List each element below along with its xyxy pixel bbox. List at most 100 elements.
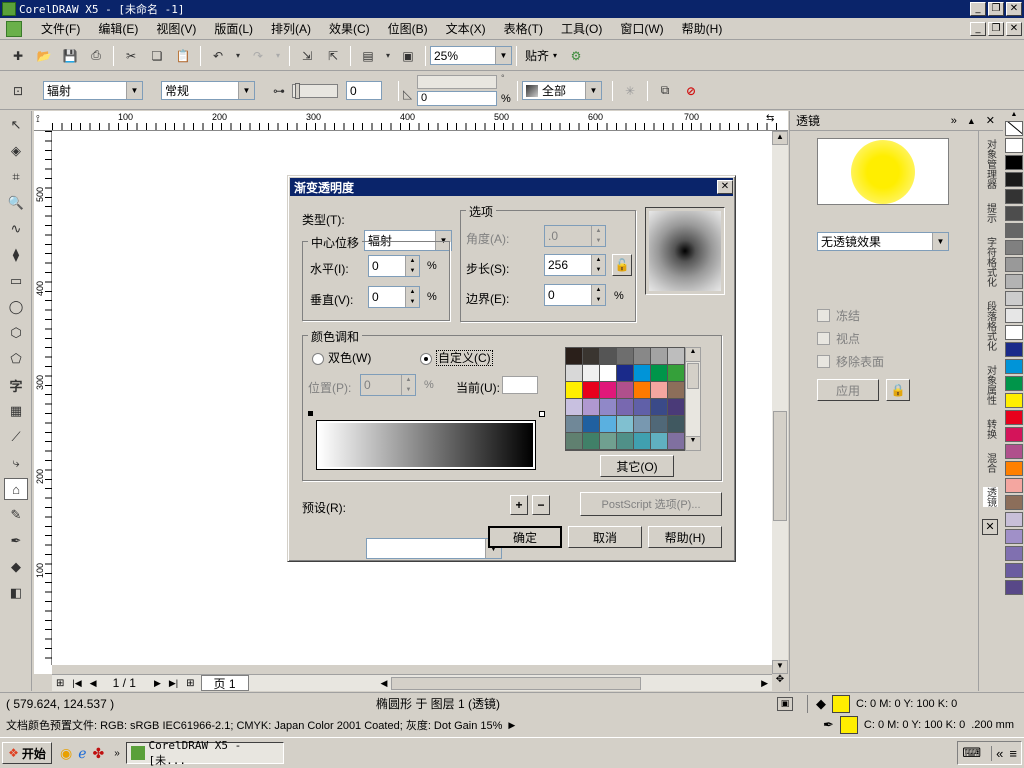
angle-field[interactable]: 0: [417, 90, 497, 106]
palette-swatch[interactable]: [1005, 444, 1023, 459]
blend-palette-swatch[interactable]: [617, 382, 633, 398]
gradient-ramp[interactable]: [316, 420, 536, 470]
help-button[interactable]: 帮助(H): [648, 526, 722, 548]
dialog-close-icon[interactable]: ✕: [717, 180, 733, 194]
gradient-preview[interactable]: [645, 207, 725, 295]
blend-palette-swatch[interactable]: [583, 399, 599, 415]
blend-palette-swatch[interactable]: [583, 433, 599, 449]
snap-to-menu[interactable]: 贴齐: [525, 47, 549, 64]
blend-palette-swatch[interactable]: [583, 416, 599, 432]
position-spinner[interactable]: 0 ▲ ▼: [360, 374, 416, 396]
crop-tool-icon[interactable]: ⌗: [4, 166, 28, 188]
palette-scrollbar[interactable]: ▲ ▼: [685, 347, 701, 451]
blend-palette-swatch[interactable]: [600, 399, 616, 415]
gradient-start-marker[interactable]: [308, 411, 313, 416]
remove-face-checkbox[interactable]: 移除表面: [817, 353, 884, 370]
edge-pad-field[interactable]: [417, 74, 497, 89]
doc-close-button[interactable]: ✕: [1006, 21, 1022, 36]
tab-character-format[interactable]: 字符格式化: [983, 237, 998, 287]
spinner-arrows-icon[interactable]: ▲ ▼: [591, 255, 605, 275]
palette-swatch[interactable]: [1005, 410, 1023, 425]
blend-palette-swatch[interactable]: [651, 433, 667, 449]
palette-swatch[interactable]: [1005, 376, 1023, 391]
menu-bitmaps[interactable]: 位图(B): [379, 20, 437, 37]
palette-swatch[interactable]: [1005, 274, 1023, 289]
blend-palette-swatch[interactable]: [668, 365, 684, 381]
blend-palette-swatch[interactable]: [566, 416, 582, 432]
palette-swatch[interactable]: [1005, 206, 1023, 221]
blend-palette-swatch[interactable]: [634, 382, 650, 398]
menu-effects[interactable]: 效果(C): [320, 20, 379, 37]
palette-swatch[interactable]: [1005, 427, 1023, 442]
blend-palette-swatch[interactable]: [583, 382, 599, 398]
palette-swatch[interactable]: [1005, 189, 1023, 204]
zoom-tool-icon[interactable]: 🔍: [4, 192, 28, 214]
palette-swatch[interactable]: [1005, 461, 1023, 476]
others-button[interactable]: 其它(O): [600, 455, 674, 477]
no-color-swatch[interactable]: [1005, 121, 1023, 136]
basic-shapes-tool-icon[interactable]: ⬠: [4, 348, 28, 370]
blend-palette-swatch[interactable]: [617, 399, 633, 415]
blend-palette-swatch[interactable]: [651, 348, 667, 364]
add-page-icon[interactable]: ⊞: [56, 678, 64, 689]
horizontal-ruler[interactable]: ⟟ 100 200 300 400 500 600 700 ⇆: [34, 111, 788, 131]
next-page-icon[interactable]: ▶: [154, 678, 161, 689]
start-button[interactable]: ❖ 开始: [2, 742, 52, 764]
undo-dropdown-icon[interactable]: ▾: [234, 46, 242, 66]
steps-lock-icon[interactable]: 🔓: [612, 254, 632, 276]
blend-palette-swatch[interactable]: [617, 416, 633, 432]
palette-scroll-thumb[interactable]: [687, 363, 699, 389]
scroll-right-icon[interactable]: ▶: [761, 678, 768, 689]
dimension-tool-icon[interactable]: ⟋: [4, 426, 28, 448]
prev-page-icon[interactable]: ◀: [90, 678, 97, 689]
scroll-left-icon[interactable]: ◀: [381, 678, 388, 689]
ok-button[interactable]: 确定: [488, 526, 562, 548]
blend-palette-swatch[interactable]: [634, 416, 650, 432]
palette-scroll-up-icon[interactable]: ▲: [1004, 111, 1024, 121]
tray-expand-icon[interactable]: «: [991, 745, 1003, 761]
steps-spinner[interactable]: 256 ▲ ▼: [544, 254, 606, 276]
tab-transformations[interactable]: 转换: [983, 419, 998, 439]
blend-palette-swatch[interactable]: [668, 382, 684, 398]
blend-palette-swatch[interactable]: [668, 399, 684, 415]
cut-icon[interactable]: ✂: [121, 46, 141, 66]
navigator-icon[interactable]: ✥: [772, 674, 788, 691]
horizontal-spinner[interactable]: 0 ▲ ▼: [368, 255, 420, 277]
blend-palette-swatch[interactable]: [600, 382, 616, 398]
angle-spinner[interactable]: .0 ▲ ▼: [544, 225, 606, 247]
shape-tool-icon[interactable]: ◈: [4, 140, 28, 162]
palette-swatch[interactable]: [1005, 359, 1023, 374]
chrome-icon[interactable]: ◉: [60, 745, 72, 762]
blend-palette-swatch[interactable]: [651, 365, 667, 381]
palette-swatch[interactable]: [1005, 240, 1023, 255]
menu-edit[interactable]: 编辑(E): [89, 20, 147, 37]
blend-palette-swatch[interactable]: [600, 348, 616, 364]
blend-palette-swatch[interactable]: [651, 399, 667, 415]
status-info-icon[interactable]: ▣: [777, 696, 793, 711]
remove-preset-icon[interactable]: −: [532, 495, 550, 515]
expand-icon[interactable]: »: [951, 115, 957, 127]
viewpoint-checkbox[interactable]: 视点: [817, 330, 860, 347]
spinner-arrows-icon[interactable]: ▲ ▼: [401, 375, 415, 395]
menu-file[interactable]: 文件(F): [32, 20, 89, 37]
outline-color-swatch[interactable]: [839, 716, 858, 734]
lens-type-combo[interactable]: 无透镜效果 ▼: [817, 232, 949, 251]
vertical-spinner[interactable]: 0 ▲ ▼: [368, 286, 420, 308]
connector-tool-icon[interactable]: ⤷: [4, 452, 28, 474]
transparency-mode-combo[interactable]: 常规 ▼: [161, 81, 255, 100]
tab-object-properties[interactable]: 对象属性: [983, 365, 998, 405]
undo-icon[interactable]: ↶: [208, 46, 228, 66]
document-icon[interactable]: [6, 20, 22, 37]
two-color-radio[interactable]: 双色(W): [312, 349, 371, 366]
spinner-arrows-icon[interactable]: ▲ ▼: [591, 285, 605, 305]
palette-down-icon[interactable]: ▼: [686, 436, 700, 450]
add-page-after-icon[interactable]: ⊞: [186, 678, 194, 689]
palette-swatch[interactable]: [1005, 580, 1023, 595]
paste-icon[interactable]: 📋: [173, 46, 193, 66]
restore-button[interactable]: ❐: [988, 2, 1004, 16]
eyedropper-tool-icon[interactable]: ✎: [4, 504, 28, 526]
blend-palette-swatch[interactable]: [617, 348, 633, 364]
palette-swatch[interactable]: [1005, 308, 1023, 323]
interactive-fill-tool-icon[interactable]: ◧: [4, 582, 28, 604]
blend-palette-swatch[interactable]: [617, 433, 633, 449]
